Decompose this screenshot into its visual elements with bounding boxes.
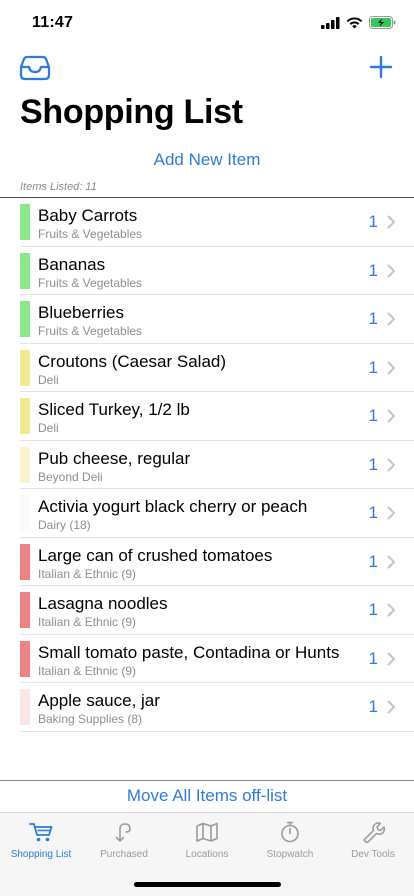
list-item[interactable]: Pub cheese, regular Beyond Deli 1 (0, 441, 414, 490)
item-quantity: 1 (368, 454, 378, 474)
list-item[interactable]: Bananas Fruits & Vegetables 1 (0, 247, 414, 296)
item-name: Bananas (38, 254, 106, 274)
stopwatch-icon (281, 821, 299, 843)
item-category: Dairy (18) (38, 518, 91, 532)
home-indicator[interactable] (134, 882, 281, 887)
item-category: Italian & Ethnic (9) (38, 615, 137, 629)
chevron-right-icon (387, 215, 395, 229)
tab-purchased[interactable]: Purchased (83, 821, 165, 860)
category-color-bar (20, 592, 30, 628)
divider (0, 780, 414, 781)
item-name: Pub cheese, regular (38, 448, 191, 468)
category-color-bar (20, 349, 30, 386)
item-category: Baking Supplies (8) (38, 712, 143, 726)
chevron-right-icon (387, 555, 395, 568)
item-quantity: 1 (368, 309, 378, 328)
item-name: Apple sauce, jar (38, 691, 160, 710)
item-category: Beyond Deli (38, 469, 103, 484)
item-name: Sliced Turkey, 1/2 lb (38, 400, 190, 419)
item-name: Activia yogurt black cherry or peach (38, 497, 308, 516)
chevron-right-icon (387, 361, 395, 374)
cellular-signal-icon (321, 16, 340, 29)
chevron-right-icon (387, 312, 395, 326)
chevron-right-icon (387, 700, 395, 714)
wifi-icon (346, 17, 363, 28)
item-quantity: 1 (368, 697, 378, 716)
category-color-bar (20, 543, 30, 580)
category-color-bar (20, 495, 30, 531)
tab-locations[interactable]: Locations (166, 821, 248, 860)
chevron-right-icon (387, 652, 395, 665)
chevron-right-icon (387, 264, 395, 277)
item-quantity: 1 (368, 551, 378, 571)
item-category: Fruits & Vegetables (38, 324, 143, 338)
list-item[interactable]: Sliced Turkey, 1/2 lb Deli 1 (0, 392, 414, 441)
tab-dev-tools[interactable]: Dev Tools (332, 821, 414, 860)
item-name: Blueberries (38, 303, 124, 322)
inbox-tray-icon (19, 55, 51, 81)
item-category: Fruits & Vegetables (38, 275, 143, 290)
tab-label: Locations (185, 849, 229, 860)
item-name: Baby Carrots (38, 206, 138, 225)
item-quantity: 1 (368, 406, 378, 425)
chevron-right-icon (387, 506, 395, 520)
add-item-button[interactable] (366, 52, 396, 82)
wrench-icon (363, 822, 386, 843)
list-item[interactable]: Croutons (Caesar Salad) Deli 1 (0, 344, 414, 393)
category-color-bar (20, 398, 30, 434)
item-name: Small tomato paste, Contadina or Hunts (38, 642, 340, 662)
item-category: Deli (38, 372, 59, 387)
item-category: Italian & Ethnic (9) (38, 566, 137, 581)
tab-label: Purchased (100, 849, 148, 860)
item-category: Italian & Ethnic (9) (38, 663, 137, 678)
status-time: 11:47 (32, 14, 74, 31)
map-icon (196, 822, 218, 842)
item-category: Deli (38, 421, 59, 435)
item-name: Large can of crushed tomatoes (38, 545, 273, 565)
purchased-arrow-icon (115, 823, 131, 842)
item-quantity: 1 (368, 600, 378, 619)
item-quantity: 1 (368, 503, 378, 522)
status-icons (321, 16, 396, 29)
list-item[interactable]: Activia yogurt black cherry or peach Dai… (0, 489, 414, 538)
inbox-button[interactable] (18, 53, 52, 83)
tab-shopping-list[interactable]: Shopping List (0, 821, 82, 860)
tab-stopwatch[interactable]: Stopwatch (249, 821, 331, 860)
item-quantity: 1 (368, 260, 378, 280)
list-item[interactable]: Apple sauce, jar Baking Supplies (8) 1 (0, 683, 414, 732)
tab-label: Shopping List (10, 849, 72, 860)
chevron-right-icon (387, 409, 395, 423)
list-item[interactable]: Baby Carrots Fruits & Vegetables 1 (0, 198, 414, 247)
page-title: Shopping List (20, 93, 243, 131)
plus-icon (369, 55, 393, 79)
category-color-bar (20, 446, 30, 483)
item-quantity: 1 (368, 648, 378, 668)
chevron-right-icon (387, 603, 395, 617)
list-item[interactable]: Lasagna noodles Italian & Ethnic (9) 1 (0, 586, 414, 635)
nav-bar (0, 50, 414, 90)
battery-charging-icon (369, 16, 396, 29)
list-item[interactable]: Small tomato paste, Contadina or Hunts I… (0, 635, 414, 684)
tab-label: Dev Tools (351, 849, 395, 860)
item-name: Croutons (Caesar Salad) (38, 351, 227, 371)
list-item[interactable]: Large can of crushed tomatoes Italian & … (0, 538, 414, 587)
list-item[interactable]: Blueberries Fruits & Vegetables 1 (0, 295, 414, 344)
status-bar: 11:47 (0, 0, 414, 48)
category-color-bar (20, 204, 30, 240)
chevron-right-icon (387, 458, 395, 471)
category-color-bar (20, 301, 30, 337)
items-listed-count: Items Listed: 11 (20, 181, 97, 193)
cart-icon (29, 823, 53, 842)
item-name: Lasagna noodles (38, 594, 168, 613)
item-category: Fruits & Vegetables (38, 227, 143, 241)
category-color-bar (20, 252, 30, 289)
category-color-bar (20, 689, 30, 725)
item-quantity: 1 (368, 212, 378, 231)
item-quantity: 1 (368, 357, 378, 377)
tab-label: Stopwatch (266, 849, 314, 860)
shopping-item-list: Baby Carrots Fruits & Vegetables 1 Banan… (0, 198, 414, 732)
move-all-items-button[interactable]: Move All Items off-list (0, 786, 414, 806)
category-color-bar (20, 640, 30, 677)
add-new-item-button[interactable]: Add New Item (0, 150, 414, 170)
